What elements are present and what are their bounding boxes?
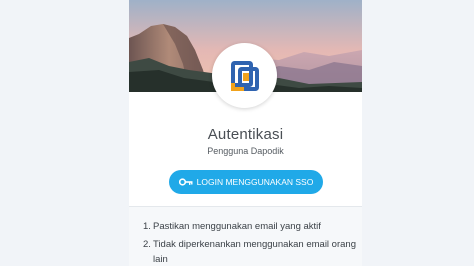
login-sso-button[interactable]: LOGIN MENGGUNAKAN SSO [169, 170, 323, 194]
login-card: Autentikasi Pengguna Dapodik LOGIN MENGG… [129, 0, 362, 266]
page-title: Autentikasi [207, 126, 284, 143]
key-icon [178, 178, 193, 186]
list-item-text: Pastikan menggunakan email yang aktif [153, 221, 321, 232]
login-sso-button-label: LOGIN MENGGUNAKAN SSO [196, 177, 314, 187]
instructions-list: 1. Pastikan menggunakan email yang aktif… [143, 219, 358, 266]
list-item-number: 2. [143, 239, 151, 250]
list-item: 1. Pastikan menggunakan email yang aktif [143, 219, 358, 234]
page: Autentikasi Pengguna Dapodik LOGIN MENGG… [0, 0, 474, 266]
list-item: 2. Tidak diperkenankan menggunakan email… [143, 237, 358, 266]
page-subtitle: Pengguna Dapodik [207, 146, 284, 156]
list-item-number: 1. [143, 221, 151, 232]
dapodik-logo-icon [230, 60, 260, 91]
list-item-text: Tidak diperkenankan menggunakan email or… [153, 239, 356, 265]
instructions-section: 1. Pastikan menggunakan email yang aktif… [129, 206, 362, 266]
app-logo-badge [212, 43, 277, 108]
